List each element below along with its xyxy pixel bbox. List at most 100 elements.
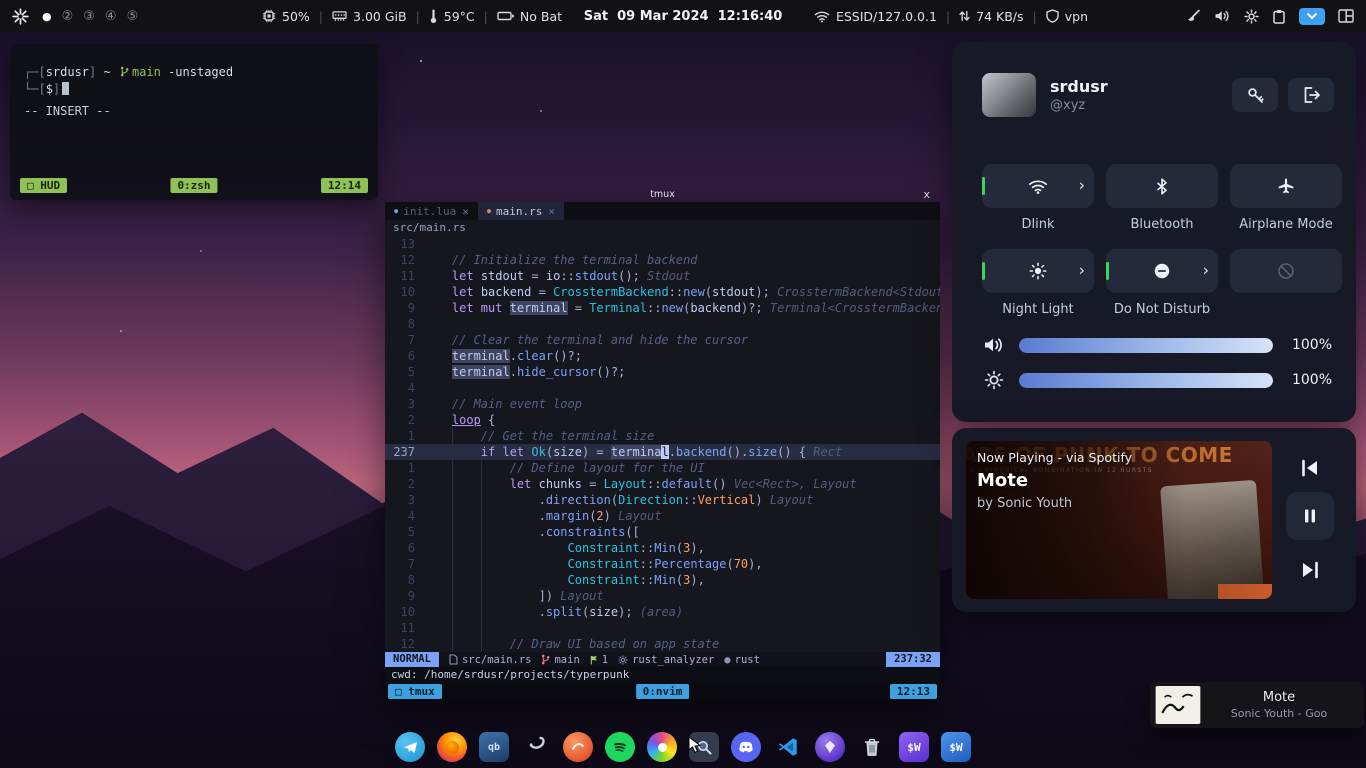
- tab-close-icon[interactable]: ×: [462, 205, 469, 218]
- toggle-do-not-disturb[interactable]: ›: [1106, 249, 1218, 293]
- layout-icon[interactable]: [1338, 9, 1354, 23]
- code-line[interactable]: 1 // Get the terminal size: [385, 428, 940, 444]
- toggle-dlink[interactable]: ›: [982, 164, 1094, 208]
- dock-telegram-icon[interactable]: [395, 732, 425, 762]
- line-number: 2: [385, 412, 423, 428]
- workspace-tag-active[interactable]: ●: [42, 10, 52, 23]
- code-line[interactable]: 8: [385, 316, 940, 332]
- code-line[interactable]: 9 ]) Layout: [385, 588, 940, 604]
- chevron-right-icon[interactable]: ›: [1203, 260, 1209, 279]
- code-line[interactable]: 7 Constraint::Percentage(70),: [385, 556, 940, 572]
- avatar[interactable]: [982, 73, 1036, 117]
- hud-badge[interactable]: □ HUD: [20, 178, 67, 193]
- code-line[interactable]: 13: [385, 236, 940, 252]
- line-number: 11: [385, 268, 423, 284]
- volume-slider[interactable]: 100%: [982, 334, 1332, 356]
- workspace-tag[interactable]: ②: [62, 9, 74, 24]
- cpu-icon: [262, 9, 276, 23]
- toggle-airplane-mode[interactable]: [1230, 164, 1342, 208]
- user-name: srdusr: [1050, 77, 1108, 96]
- separator: |: [946, 9, 950, 24]
- code-line[interactable]: 4 .margin(2) Layout: [385, 508, 940, 524]
- desktop: ●②③④⑤ 50% | 3.00 GiB | 59°C | No Bat Sat…: [0, 0, 1366, 768]
- code-line[interactable]: 12 // Draw UI based on app state: [385, 636, 940, 652]
- code-line[interactable]: 1 // Define layout for the UI: [385, 460, 940, 476]
- brightness-slider[interactable]: 100%: [982, 369, 1332, 391]
- code-line[interactable]: 12 // Initialize the terminal backend: [385, 252, 940, 268]
- wifi-widget[interactable]: ESSID/127.0.0.1: [814, 9, 937, 24]
- tab-init-lua[interactable]: ●init.lua×: [385, 202, 478, 220]
- volume-track[interactable]: [1019, 338, 1273, 353]
- code-line[interactable]: 3 .direction(Direction::Vertical) Layout: [385, 492, 940, 508]
- code-editor[interactable]: 1312 // Initialize the terminal backend1…: [385, 236, 940, 652]
- chevron-down-icon[interactable]: [1299, 8, 1325, 25]
- dock-firefox-icon[interactable]: [437, 732, 467, 762]
- pause-button[interactable]: [1286, 492, 1334, 540]
- toggle-night-light[interactable]: ›: [982, 249, 1094, 293]
- tab-main-rs[interactable]: ●main.rs×: [478, 202, 564, 220]
- zsh-session-badge[interactable]: 0:zsh: [170, 178, 217, 193]
- notification[interactable]: Mote Sonic Youth - Goo: [1150, 682, 1364, 728]
- dock-vscode-icon[interactable]: [773, 732, 803, 762]
- next-button[interactable]: [1286, 550, 1334, 590]
- toggle-blocked[interactable]: [1230, 249, 1342, 293]
- vpn-widget[interactable]: vpn: [1046, 9, 1088, 24]
- chevron-right-icon[interactable]: ›: [1079, 260, 1085, 279]
- logout-button[interactable]: [1288, 78, 1334, 112]
- vpn-icon: [1046, 9, 1059, 23]
- code-line[interactable]: 2 loop {: [385, 412, 940, 428]
- workspace-tag[interactable]: ⑤: [127, 9, 139, 24]
- gear-icon[interactable]: [1244, 9, 1259, 24]
- code-line[interactable]: 3 // Main event loop: [385, 396, 940, 412]
- previous-button[interactable]: [1286, 448, 1334, 488]
- distro-logo-icon[interactable]: [12, 8, 29, 25]
- brightness-track[interactable]: [1019, 373, 1273, 388]
- tmux-badge[interactable]: □ tmux: [388, 684, 442, 699]
- chevron-right-icon[interactable]: ›: [1079, 175, 1085, 194]
- track-title: Mote: [977, 470, 1028, 491]
- keys-button[interactable]: [1232, 78, 1278, 112]
- code-line[interactable]: 5 .constraints([: [385, 524, 940, 540]
- workspace-tag[interactable]: ④: [105, 9, 117, 24]
- indent-guide: [481, 460, 482, 652]
- code-line[interactable]: 11 let stdout = io::stdout(); Stdout: [385, 268, 940, 284]
- window-titlebar[interactable]: tmuxx: [385, 188, 940, 202]
- dock-sw-purple-icon[interactable]: $W: [899, 732, 929, 762]
- dock-app-orange-icon[interactable]: [563, 732, 593, 762]
- code-line[interactable]: 10 let backend = CrosstermBackend::new(s…: [385, 284, 940, 300]
- code-line[interactable]: 11: [385, 620, 940, 636]
- speaker-icon[interactable]: [1214, 9, 1231, 23]
- terminal-window[interactable]: ┌─[srdusr] ~ main -unstaged └─[$] -- INS…: [10, 44, 378, 200]
- tab-close-icon[interactable]: ×: [548, 205, 555, 218]
- code-line[interactable]: 7 // Clear the terminal and hide the cur…: [385, 332, 940, 348]
- toggle-bluetooth[interactable]: [1106, 164, 1218, 208]
- code-line[interactable]: 5 terminal.hide_cursor()?;: [385, 364, 940, 380]
- clipboard-icon[interactable]: [1272, 9, 1286, 24]
- workspace-tag[interactable]: ③: [83, 9, 95, 24]
- code-line[interactable]: 10 .split(size); (area): [385, 604, 940, 620]
- dock-sw-blue-icon[interactable]: $W: [941, 732, 971, 762]
- tmux-window[interactable]: tmuxx ●init.lua× ●main.rs× src/main.rs 1…: [385, 188, 940, 700]
- temperature-value: 59°C: [444, 9, 475, 24]
- dock-qutebrowser-icon[interactable]: qb: [479, 732, 509, 762]
- dock-discord-icon[interactable]: [731, 732, 761, 762]
- dock-spotify-icon[interactable]: [605, 732, 635, 762]
- dock-photos-icon[interactable]: [647, 732, 677, 762]
- dock-hook-app-icon[interactable]: [521, 732, 551, 762]
- code-text: terminal.clear()?;: [423, 348, 940, 364]
- dock-app-purple-icon[interactable]: [815, 732, 845, 762]
- close-icon[interactable]: x: [923, 188, 930, 201]
- prompt-user: srdusr: [46, 65, 89, 79]
- essid-label: ESSID/127.0.0.1: [836, 9, 937, 24]
- code-line[interactable]: 9 let mut terminal = Terminal::new(backe…: [385, 300, 940, 316]
- code-line[interactable]: 237 if let Ok(size) = terminal.backend()…: [385, 444, 940, 460]
- dock-trash-icon[interactable]: [857, 732, 887, 762]
- code-line[interactable]: 8 Constraint::Min(3),: [385, 572, 940, 588]
- brush-icon[interactable]: [1186, 9, 1201, 24]
- code-line[interactable]: 6 terminal.clear()?;: [385, 348, 940, 364]
- wifi-icon: [1028, 179, 1048, 194]
- code-line[interactable]: 6 Constraint::Min(3),: [385, 540, 940, 556]
- code-line[interactable]: 2 let chunks = Layout::default() Vec<Rec…: [385, 476, 940, 492]
- tmux-session-badge[interactable]: 0:nvim: [636, 684, 690, 699]
- code-line[interactable]: 4: [385, 380, 940, 396]
